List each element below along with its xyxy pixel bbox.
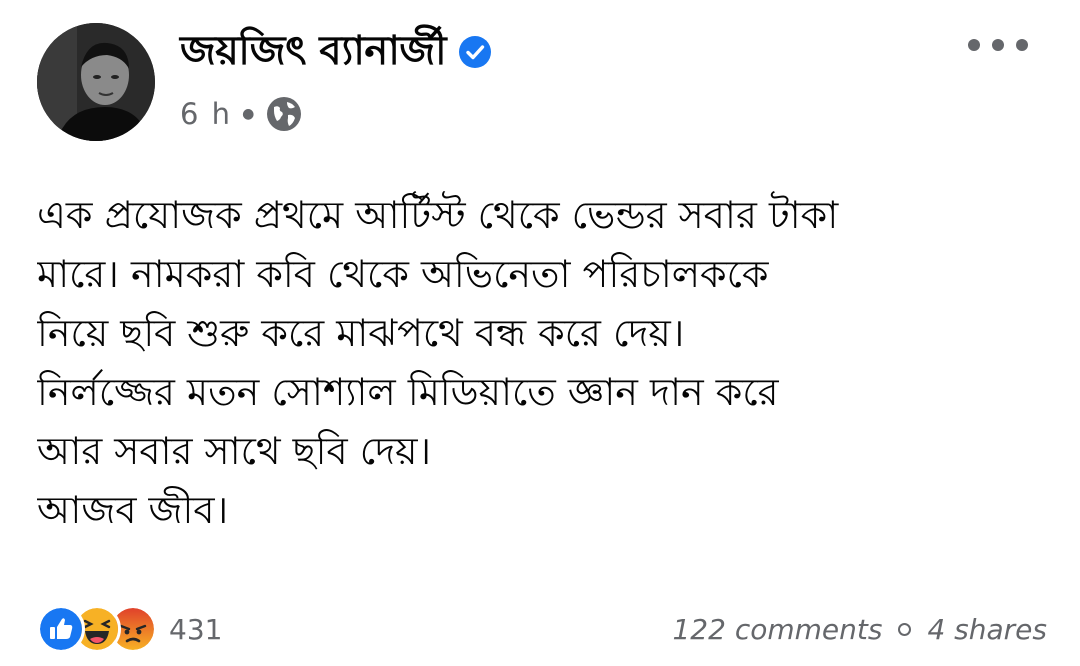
reaction-count[interactable]: 431: [169, 613, 222, 646]
post-body: এক প্রযোজক প্রথমে আর্টিস্ট থেকে ভেন্ডর স…: [37, 186, 1047, 540]
author-row: জয়জিৎ ব্যানার্জী: [180, 24, 492, 80]
more-dots-icon: [1016, 39, 1028, 51]
globe-icon[interactable]: [266, 96, 302, 132]
more-options-button[interactable]: [968, 30, 1028, 60]
post-footer: 431 122 comments 4 shares: [37, 603, 1047, 655]
verified-badge-icon: [458, 35, 492, 69]
reaction-summary[interactable]: 431: [37, 603, 222, 655]
author-name[interactable]: জয়জিৎ ব্যানার্জী: [180, 19, 447, 86]
comments-count[interactable]: 122 comments: [672, 613, 882, 646]
post-body-line: নির্লজ্জের মতন সোশ্যাল মিডিয়াতে জ্ঞান দ…: [37, 370, 779, 414]
post-body-line: এক প্রযোজক প্রথমে আর্টিস্ট থেকে ভেন্ডর স…: [37, 193, 839, 237]
post-meta: 6 h ●: [180, 92, 302, 136]
stats-separator: [898, 622, 912, 636]
post-body-line: মারে। নামকরা কবি থেকে অভিনেতা পরিচালককে: [37, 252, 769, 296]
post-timestamp[interactable]: 6 h: [180, 97, 232, 131]
post-stats: 122 comments 4 shares: [672, 603, 1047, 655]
more-dots-icon: [992, 39, 1004, 51]
post-body-line: আর সবার সাথে ছবি দেয়।: [37, 429, 432, 473]
post-body-line: আজব জীব।: [37, 488, 229, 532]
meta-separator: ●: [242, 106, 255, 122]
like-icon: [37, 605, 85, 653]
more-dots-icon: [968, 39, 980, 51]
author-avatar[interactable]: [37, 23, 155, 141]
post-body-line: নিয়ে ছবি শুরু করে মাঝপথে বন্ধ করে দেয়।: [37, 311, 685, 355]
post-card: জয়জিৎ ব্যানার্জী 6 h ● এক প্রযোজক প্রথম…: [0, 0, 1080, 666]
shares-count[interactable]: 4 shares: [927, 613, 1047, 646]
